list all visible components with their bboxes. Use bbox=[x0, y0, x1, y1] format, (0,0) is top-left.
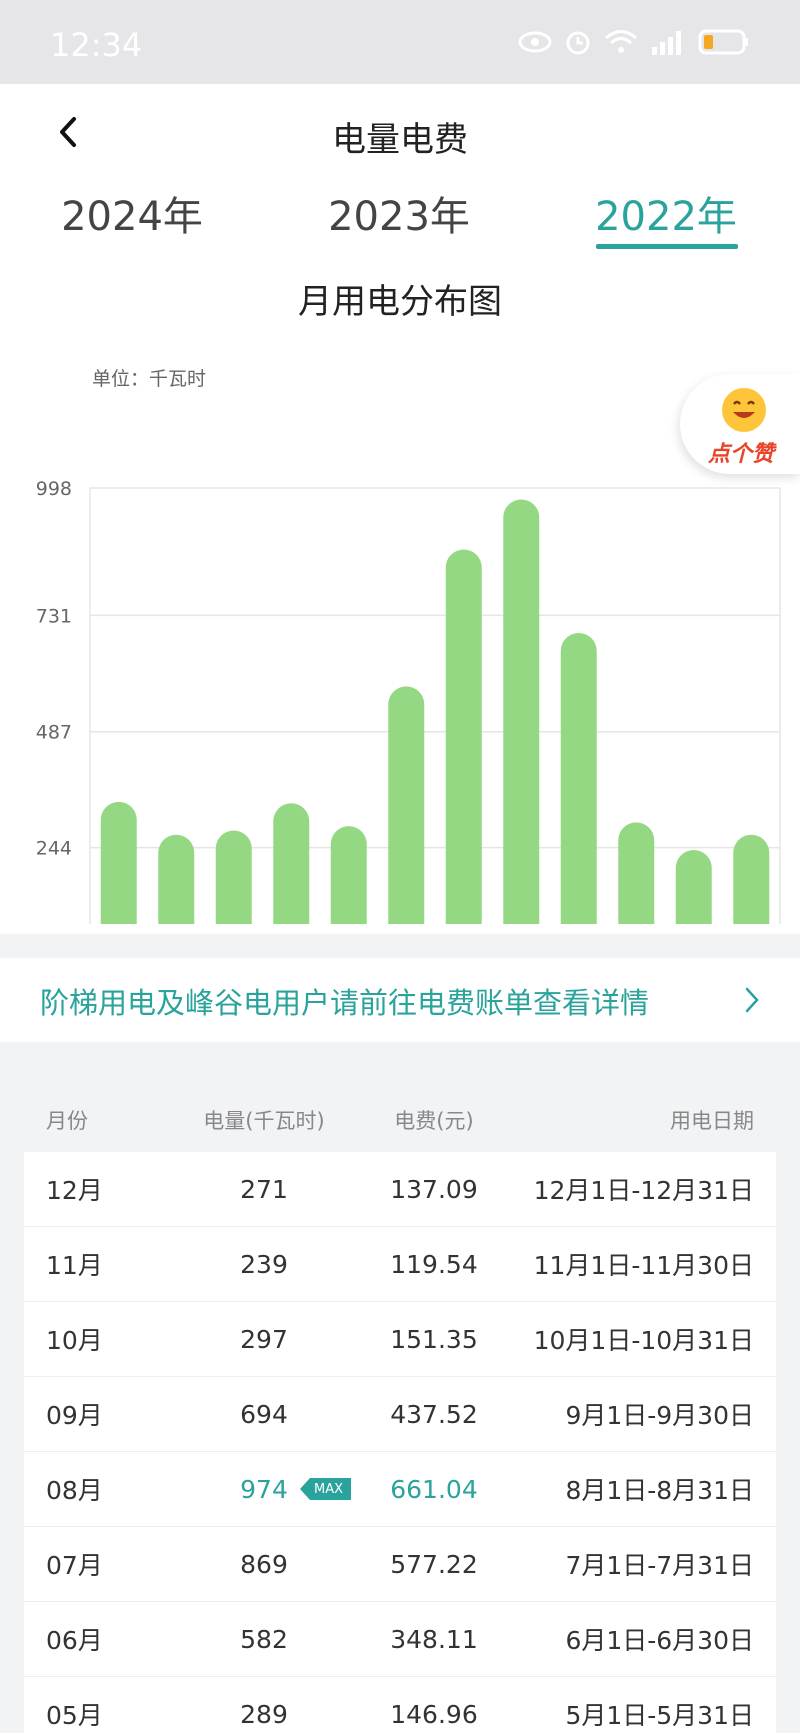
smiley-icon bbox=[722, 388, 766, 432]
tab-2023[interactable]: 2023年 bbox=[299, 184, 499, 242]
header-fee: 电费(元) bbox=[394, 1109, 474, 1133]
table-row: 05月 289 146.96 5月1日-5月31日 bbox=[24, 1677, 776, 1733]
battery-icon bbox=[698, 29, 748, 55]
bill-notice-link[interactable]: 阶梯用电及峰谷电用户请前往电费账单查看详情 bbox=[0, 958, 800, 1042]
like-badge[interactable]: 点个赞 bbox=[680, 374, 800, 474]
row-month: 06月 bbox=[46, 1626, 103, 1655]
like-label: 点个赞 bbox=[708, 442, 775, 467]
bar bbox=[618, 822, 655, 924]
row-fee: 348.11 bbox=[390, 1624, 478, 1654]
bar bbox=[675, 850, 712, 924]
row-month: 10月 bbox=[46, 1326, 103, 1355]
alarm-icon bbox=[566, 31, 590, 55]
tab-2024[interactable]: 2024年 bbox=[32, 184, 232, 242]
row-month: 11月 bbox=[46, 1251, 103, 1280]
row-date: 10月1日-10月31日 bbox=[533, 1326, 754, 1355]
row-month: 08月 bbox=[46, 1476, 103, 1505]
row-date: 6月1日-6月30日 bbox=[565, 1626, 754, 1655]
status-bar: 12:34 bbox=[0, 0, 800, 84]
chart-title: 月用电分布图 bbox=[298, 282, 502, 322]
header-month: 月份 bbox=[46, 1109, 88, 1133]
bar bbox=[388, 686, 425, 924]
row-fee: 151.35 bbox=[390, 1324, 478, 1354]
active-tab-underline bbox=[596, 244, 738, 249]
bar bbox=[273, 803, 310, 924]
y-tick-label: 487 bbox=[36, 722, 72, 744]
page-title: 电量电费 bbox=[332, 120, 468, 160]
row-fee: 146.96 bbox=[390, 1699, 478, 1729]
bar bbox=[560, 632, 597, 924]
eye-icon bbox=[518, 31, 552, 53]
row-fee: 137.09 bbox=[390, 1174, 478, 1204]
notice-text: 阶梯用电及峰谷电用户请前往电费账单查看详情 bbox=[40, 986, 650, 1020]
table-row: 09月 694 437.52 9月1日-9月30日 bbox=[24, 1377, 776, 1452]
row-date: 8月1日-8月31日 bbox=[565, 1476, 754, 1505]
row-date: 12月1日-12月31日 bbox=[533, 1176, 754, 1205]
bar bbox=[503, 499, 540, 924]
signal-icon bbox=[652, 31, 681, 55]
row-date: 5月1日-5月31日 bbox=[565, 1701, 754, 1730]
bar bbox=[733, 834, 770, 924]
table-header: 月份 电量(千瓦时) 电费(元) 用电日期 bbox=[24, 1088, 776, 1152]
bar bbox=[100, 801, 137, 924]
bar bbox=[158, 834, 195, 924]
row-date: 11月1日-11月30日 bbox=[533, 1251, 754, 1280]
row-month: 09月 bbox=[46, 1401, 103, 1430]
year-tabs: 2024年 2023年 2022年 bbox=[0, 184, 800, 274]
wifi-icon bbox=[605, 30, 637, 53]
header-date: 用电日期 bbox=[670, 1109, 754, 1133]
row-fee: 661.04 bbox=[390, 1474, 478, 1504]
row-fee: 119.54 bbox=[390, 1249, 478, 1279]
table-row: 12月 271 137.09 12月1日-12月31日 bbox=[24, 1152, 776, 1227]
monthly-usage-chart: 02444877319981月2月3月4月5月6月7月8月9月10月11月12月 bbox=[36, 478, 781, 924]
bar bbox=[445, 549, 482, 924]
table-row: 10月 297 151.35 10月1日-10月31日 bbox=[24, 1302, 776, 1377]
status-icons bbox=[518, 28, 750, 56]
header-card: 电量电费 2024年 2023年 2022年 月用电分布图 单位：千瓦时 024… bbox=[0, 84, 800, 934]
y-tick-label: 998 bbox=[36, 478, 72, 500]
usage-table: 月份 电量(千瓦时) 电费(元) 用电日期 12月 271 137.09 12月… bbox=[24, 1088, 776, 1733]
table-row: 06月 582 348.11 6月1日-6月30日 bbox=[24, 1602, 776, 1677]
chevron-right-icon bbox=[745, 987, 759, 1013]
table-row: 11月 239 119.54 11月1日-11月30日 bbox=[24, 1227, 776, 1302]
tab-2022[interactable]: 2022年 bbox=[566, 184, 766, 242]
row-date: 9月1日-9月30日 bbox=[565, 1401, 754, 1430]
row-fee: 437.52 bbox=[390, 1399, 478, 1429]
table-row: 07月 869 577.22 7月1日-7月31日 bbox=[24, 1527, 776, 1602]
row-month: 05月 bbox=[46, 1701, 103, 1730]
y-tick-label: 244 bbox=[36, 838, 72, 860]
table-row-max: 08月 974 MAX 661.04 8月1日-8月31日 bbox=[24, 1452, 776, 1527]
y-tick-label: 731 bbox=[36, 605, 72, 627]
row-fee: 577.22 bbox=[390, 1549, 478, 1579]
row-month: 07月 bbox=[46, 1551, 103, 1580]
bar bbox=[330, 826, 367, 924]
status-time: 12:34 bbox=[50, 26, 143, 64]
row-month: 12月 bbox=[46, 1176, 103, 1205]
bar bbox=[215, 830, 252, 924]
row-date: 7月1日-7月31日 bbox=[565, 1551, 754, 1580]
